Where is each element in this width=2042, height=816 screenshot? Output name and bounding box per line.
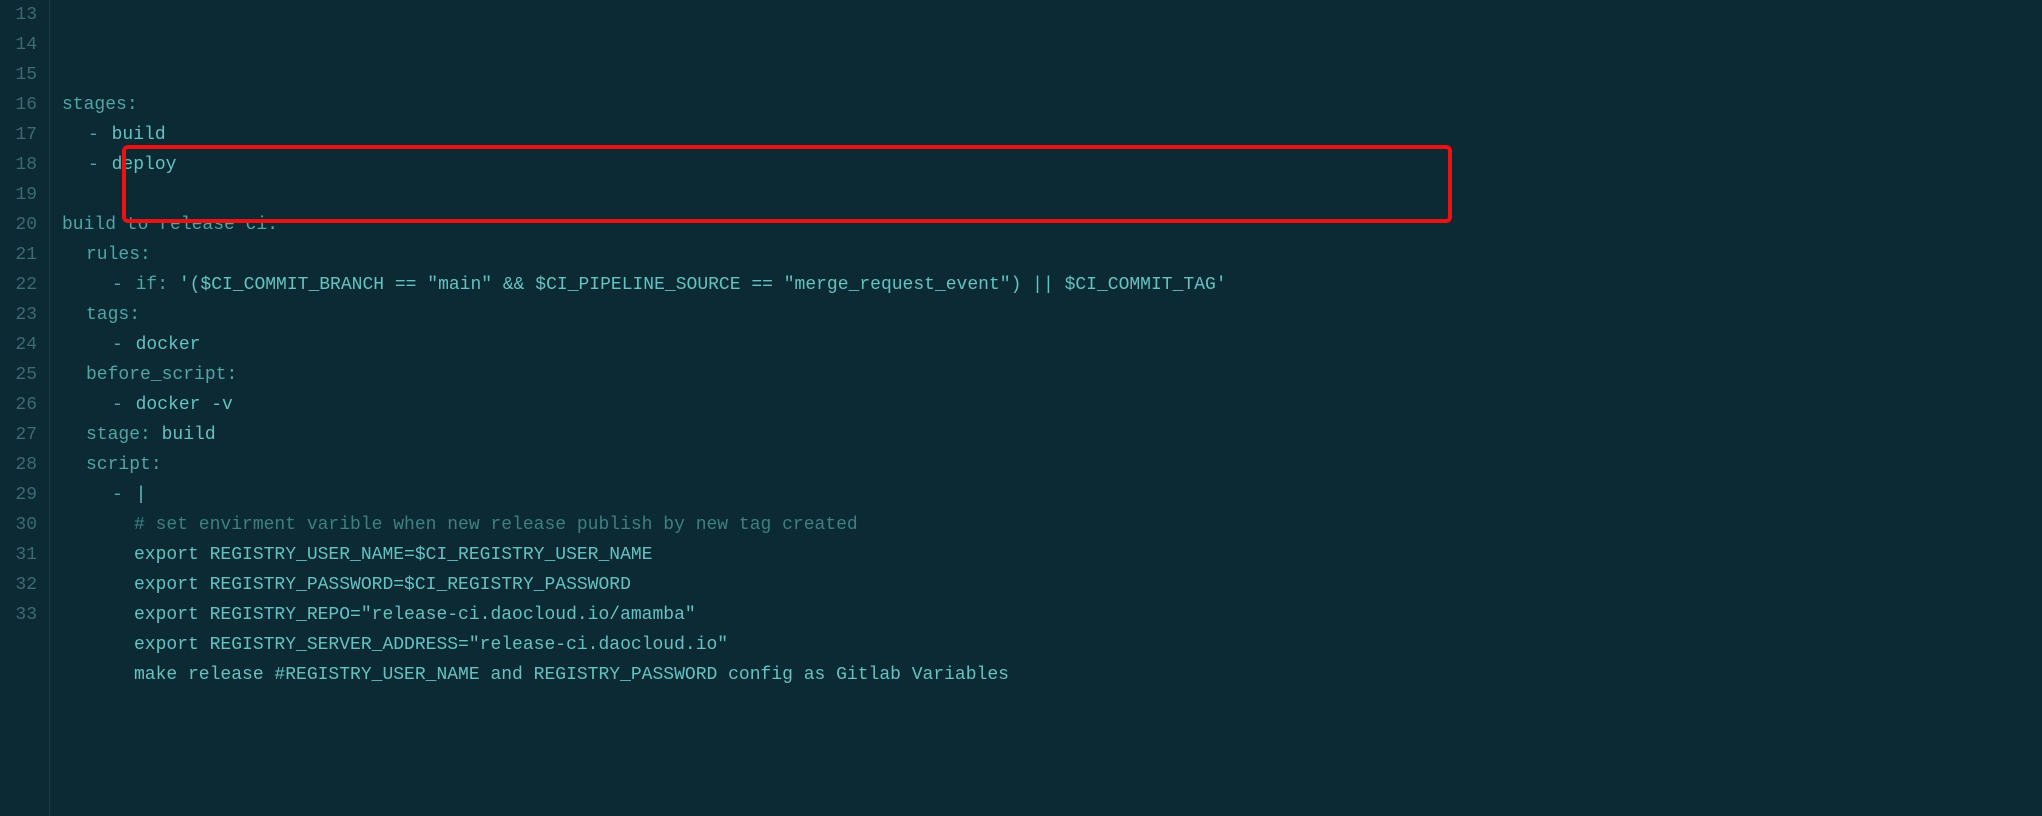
code-line[interactable]: script: <box>62 450 2042 480</box>
code-line[interactable]: make release #REGISTRY_USER_NAME and REG… <box>62 660 2042 690</box>
token-val: '($CI_COMMIT_BRANCH == "main" && $CI_PIP… <box>179 275 1227 295</box>
line-number: 28 <box>0 450 37 480</box>
code-line[interactable]: - docker <box>62 330 2042 360</box>
code-line[interactable]: export REGISTRY_USER_NAME=$CI_REGISTRY_U… <box>62 540 2042 570</box>
token-dash: - <box>88 125 110 145</box>
token-val: export REGISTRY_PASSWORD=$CI_REGISTRY_PA… <box>134 575 631 595</box>
line-number: 16 <box>0 90 37 120</box>
token-key: : <box>127 95 138 115</box>
code-line[interactable]: build to release ci: <box>62 210 2042 240</box>
code-line[interactable]: rules: <box>62 240 2042 270</box>
token-dash: - <box>112 395 134 415</box>
code-line[interactable]: tags: <box>62 300 2042 330</box>
code-line[interactable] <box>62 690 2042 720</box>
token-comment: # set envirment varible when new release… <box>134 515 858 535</box>
line-number: 22 <box>0 270 37 300</box>
line-number: 15 <box>0 60 37 90</box>
token-key: stage <box>86 425 140 445</box>
token-key: build to release ci <box>62 215 267 235</box>
code-line[interactable]: - if: '($CI_COMMIT_BRANCH == "main" && $… <box>62 270 2042 300</box>
line-number: 32 <box>0 570 37 600</box>
token-val: docker <box>136 335 201 355</box>
token-key: : <box>140 425 162 445</box>
token-key: script <box>86 455 151 475</box>
line-number: 19 <box>0 180 37 210</box>
token-key: : <box>267 215 278 235</box>
line-number: 21 <box>0 240 37 270</box>
line-number-gutter: 1314151617181920212223242526272829303132… <box>0 0 50 816</box>
token-dash: - <box>88 155 110 175</box>
line-number: 25 <box>0 360 37 390</box>
code-line[interactable]: - build <box>62 120 2042 150</box>
line-number: 24 <box>0 330 37 360</box>
token-key: before_script <box>86 365 226 385</box>
line-number: 29 <box>0 480 37 510</box>
code-line[interactable] <box>62 180 2042 210</box>
line-number: 23 <box>0 300 37 330</box>
code-line[interactable]: export REGISTRY_REPO="release-ci.daoclou… <box>62 600 2042 630</box>
token-val: export REGISTRY_USER_NAME=$CI_REGISTRY_U… <box>134 545 652 565</box>
token-key: : <box>157 275 179 295</box>
token-key: : <box>226 365 237 385</box>
token-key: : <box>129 305 140 325</box>
token-key: tags <box>86 305 129 325</box>
token-val: export REGISTRY_SERVER_ADDRESS="release-… <box>134 635 728 655</box>
token-key: if <box>136 275 158 295</box>
code-line[interactable]: before_script: <box>62 360 2042 390</box>
code-line[interactable]: - docker -v <box>62 390 2042 420</box>
line-number: 18 <box>0 150 37 180</box>
token-val: | <box>136 485 147 505</box>
code-editor[interactable]: 1314151617181920212223242526272829303132… <box>0 0 2042 816</box>
line-number: 14 <box>0 30 37 60</box>
line-number: 17 <box>0 120 37 150</box>
code-line[interactable]: export REGISTRY_PASSWORD=$CI_REGISTRY_PA… <box>62 570 2042 600</box>
line-number: 31 <box>0 540 37 570</box>
code-line[interactable]: - deploy <box>62 150 2042 180</box>
token-key: rules <box>86 245 140 265</box>
token-val: export REGISTRY_REPO="release-ci.daoclou… <box>134 605 696 625</box>
token-val: build <box>112 125 166 145</box>
code-line[interactable]: - | <box>62 480 2042 510</box>
code-area[interactable]: stages:- build- deploybuild to release c… <box>50 0 2042 816</box>
line-number: 33 <box>0 600 37 630</box>
token-dash: - <box>112 275 134 295</box>
code-line[interactable]: export REGISTRY_SERVER_ADDRESS="release-… <box>62 630 2042 660</box>
code-line[interactable]: stage: build <box>62 420 2042 450</box>
token-key: stages <box>62 95 127 115</box>
token-dash: - <box>112 485 134 505</box>
token-val: docker -v <box>136 395 233 415</box>
line-number: 13 <box>0 0 37 30</box>
code-line[interactable]: # set envirment varible when new release… <box>62 510 2042 540</box>
token-key: : <box>151 455 162 475</box>
line-number: 30 <box>0 510 37 540</box>
token-val: deploy <box>112 155 177 175</box>
line-number: 27 <box>0 420 37 450</box>
token-key: : <box>140 245 151 265</box>
token-val: make release #REGISTRY_USER_NAME and REG… <box>134 665 1009 685</box>
line-number: 26 <box>0 390 37 420</box>
code-line[interactable]: stages: <box>62 90 2042 120</box>
line-number: 20 <box>0 210 37 240</box>
token-dash: - <box>112 335 134 355</box>
token-val: build <box>162 425 216 445</box>
